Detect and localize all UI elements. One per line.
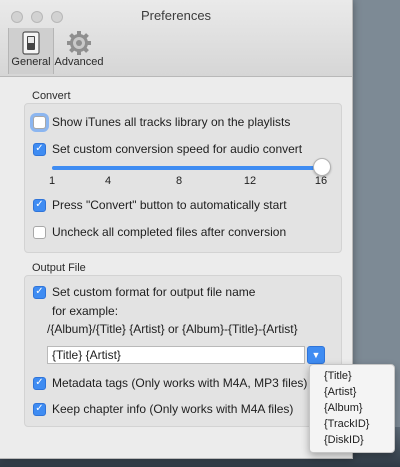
speed-slider-track[interactable] bbox=[52, 166, 322, 170]
uncheck-completed-option[interactable]: Uncheck all completed files after conver… bbox=[33, 224, 286, 240]
menu-item-trackid[interactable]: {TrackID} bbox=[324, 418, 369, 430]
window-title: Preferences bbox=[140, 8, 212, 23]
show-itunes-option[interactable]: Show iTunes all tracks library on the pl… bbox=[33, 114, 290, 130]
tab-general-label: General bbox=[11, 56, 51, 68]
press-convert-option[interactable]: ✓ Press "Convert" button to automaticall… bbox=[33, 197, 287, 213]
custom-format-checkbox[interactable]: ✓ bbox=[33, 285, 46, 299]
speed-slider-fill bbox=[52, 166, 322, 170]
tab-advanced[interactable]: Advanced bbox=[54, 28, 104, 74]
format-dropdown-menu: {Title} {Artist} {Album} {TrackID} {Disk… bbox=[309, 364, 395, 453]
title-bar: Preferences General Advanced bbox=[0, 0, 352, 77]
tab-advanced-label: Advanced bbox=[54, 56, 104, 68]
metadata-tags-option[interactable]: ✓ Metadata tags (Only works with M4A, MP… bbox=[33, 375, 307, 391]
preferences-window: Preferences General Advanced Convert Sho… bbox=[0, 0, 353, 459]
custom-format-label: Set custom format for output file name bbox=[52, 285, 256, 299]
speed-tick: 12 bbox=[243, 175, 257, 187]
menu-item-title[interactable]: {Title} bbox=[324, 370, 352, 382]
press-convert-label: Press "Convert" button to automatically … bbox=[52, 198, 287, 212]
output-section-label: Output File bbox=[32, 262, 86, 274]
menu-item-diskid[interactable]: {DiskID} bbox=[324, 434, 364, 446]
metadata-tags-label: Metadata tags (Only works with M4A, MP3 … bbox=[52, 376, 308, 390]
convert-section-label: Convert bbox=[32, 90, 71, 102]
metadata-tags-checkbox[interactable]: ✓ bbox=[33, 376, 46, 390]
gear-icon bbox=[67, 31, 91, 55]
keep-chapter-option[interactable]: ✓ Keep chapter info (Only works with M4A… bbox=[33, 401, 293, 417]
press-convert-checkbox[interactable]: ✓ bbox=[33, 198, 46, 212]
speed-slider-knob[interactable] bbox=[313, 158, 331, 176]
custom-speed-label: Set custom conversion speed for audio co… bbox=[52, 142, 303, 156]
tab-general[interactable]: General bbox=[8, 28, 54, 74]
format-dropdown-button[interactable]: ▼ bbox=[307, 346, 325, 364]
speed-tick: 1 bbox=[48, 175, 56, 187]
chevron-down-icon: ▼ bbox=[311, 350, 321, 360]
example-value: /{Album}/{Title} {Artist} or {Album}-{Ti… bbox=[47, 322, 298, 336]
menu-item-artist[interactable]: {Artist} bbox=[324, 386, 356, 398]
custom-speed-option[interactable]: ✓ Set custom conversion speed for audio … bbox=[33, 141, 302, 157]
uncheck-completed-label: Uncheck all completed files after conver… bbox=[52, 225, 287, 239]
custom-speed-checkbox[interactable]: ✓ bbox=[33, 142, 46, 156]
format-input[interactable]: {Title} {Artist} bbox=[47, 346, 305, 364]
speed-tick: 8 bbox=[175, 175, 183, 187]
speed-tick: 16 bbox=[314, 175, 328, 187]
uncheck-completed-checkbox[interactable] bbox=[33, 225, 46, 239]
show-itunes-checkbox[interactable] bbox=[33, 115, 46, 129]
custom-format-option[interactable]: ✓ Set custom format for output file name bbox=[33, 284, 255, 300]
show-itunes-label: Show iTunes all tracks library on the pl… bbox=[52, 115, 291, 129]
switch-icon bbox=[22, 31, 40, 55]
keep-chapter-checkbox[interactable]: ✓ bbox=[33, 402, 46, 416]
example-label: for example: bbox=[52, 304, 119, 318]
speed-tick: 4 bbox=[104, 175, 112, 187]
menu-item-album[interactable]: {Album} bbox=[324, 402, 363, 414]
keep-chapter-label: Keep chapter info (Only works with M4A f… bbox=[52, 402, 294, 416]
